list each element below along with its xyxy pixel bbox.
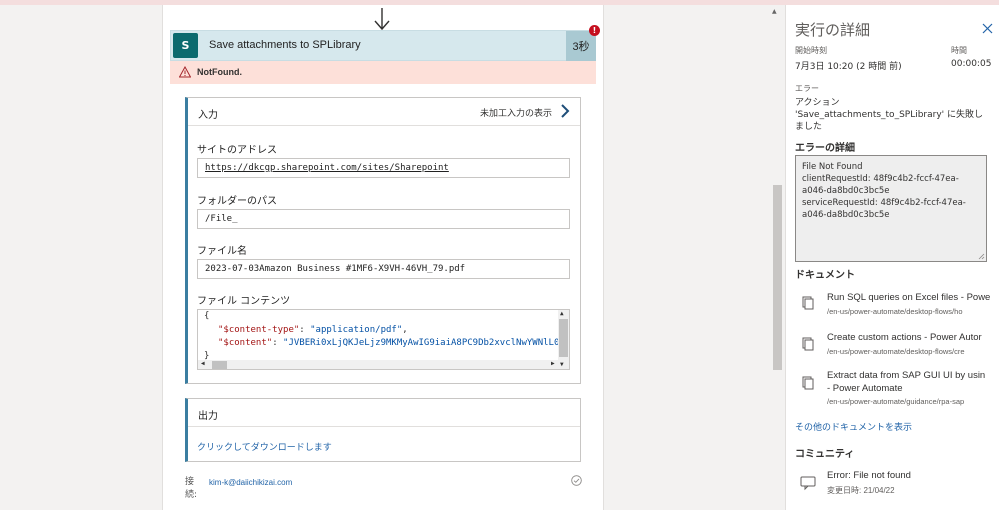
more-documents-link[interactable]: その他のドキュメントを表示 xyxy=(795,420,912,433)
code-vertical-scroll-thumb[interactable] xyxy=(559,319,568,357)
canvas-scroll-up-icon[interactable]: ▲ xyxy=(772,8,777,15)
folder-path-field[interactable]: /File_ xyxy=(197,209,570,229)
folder-path-value: /File_ xyxy=(205,214,238,224)
site-address-label: サイトのアドレス xyxy=(197,145,277,156)
doc-2-title[interactable]: Create custom actions - Power Autor xyxy=(827,332,982,343)
error-label: エラー xyxy=(795,84,819,93)
doc-3-title-line-2[interactable]: - Power Automate xyxy=(827,383,903,394)
canvas-scroll-thumb[interactable] xyxy=(773,185,782,370)
doc-3-url: /en-us/power-automate/guidance/rpa-sap xyxy=(827,397,965,406)
start-time-value: 7月3日 10:20 (2 時間 前) xyxy=(795,62,902,72)
code-key-content-type: "$content-type" xyxy=(218,325,300,335)
sharepoint-icon: S xyxy=(173,33,198,58)
community-item-title[interactable]: Error: File not found xyxy=(827,470,911,481)
scroll-right-arrow-icon[interactable]: ▶ xyxy=(551,361,555,367)
chat-bubble-icon xyxy=(797,471,819,493)
code-colon-2: : xyxy=(272,338,284,348)
close-icon[interactable] xyxy=(982,23,993,34)
code-colon-1: : xyxy=(299,325,311,335)
site-address-field[interactable]: https://dkcgp.sharepoint.com/sites/Share… xyxy=(197,158,570,178)
down-arrow-icon xyxy=(374,8,390,31)
code-val-content: "JVBERi0xLjQKJeLjz9MKMyAwIG9iaiA8PC9Db2x… xyxy=(283,338,569,348)
connection-value[interactable]: kim-k@daiichikizai.com xyxy=(209,478,292,487)
warning-icon xyxy=(179,66,191,78)
error-detail-line-2: clientRequestId: 48f9c4b2-fccf-47ea- xyxy=(802,174,959,184)
document-icon xyxy=(797,333,819,355)
panel-title: 実行の詳細 xyxy=(795,21,871,39)
outputs-section-header: 出力 xyxy=(188,399,580,427)
code-line-2: "$content": "JVBERi0xLjQKJeLjz9MKMyAwIG9… xyxy=(218,338,569,348)
doc-3-title[interactable]: Extract data from SAP GUI UI by usin xyxy=(827,370,985,381)
scroll-up-arrow-icon[interactable]: ▲ xyxy=(560,311,564,317)
file-name-label: ファイル名 xyxy=(197,246,247,257)
scroll-down-arrow-icon[interactable]: ▼ xyxy=(560,362,564,368)
duration-label: 時間 xyxy=(951,46,967,55)
code-val-content-type: "application/pdf" xyxy=(310,325,403,335)
start-time-label: 開始時刻 xyxy=(795,46,827,55)
code-open-brace: { xyxy=(204,311,210,321)
scroll-left-arrow-icon[interactable]: ◀ xyxy=(201,361,205,367)
download-link[interactable]: クリックしてダウンロードします xyxy=(197,440,332,453)
documents-heading: ドキュメント xyxy=(795,270,855,281)
error-badge: ! xyxy=(589,25,600,36)
inputs-label: 入力 xyxy=(198,110,218,121)
show-raw-inputs-link[interactable]: 未加工入力の表示 xyxy=(480,106,552,119)
file-content-label: ファイル コンテンツ xyxy=(197,296,291,307)
error-status-text: NotFound. xyxy=(197,67,242,77)
error-details-heading: エラーの詳細 xyxy=(795,143,855,154)
chevron-right-icon[interactable] xyxy=(560,104,570,118)
connection-label: 接続: xyxy=(185,477,198,500)
code-horizontal-scroll-thumb[interactable] xyxy=(212,361,227,369)
code-key-content: "$content" xyxy=(218,338,273,348)
resize-grip-icon[interactable] xyxy=(978,253,985,260)
duration-value: 00:00:05 xyxy=(951,59,992,69)
code-comma: , xyxy=(402,325,408,335)
site-address-value[interactable]: https://dkcgp.sharepoint.com/sites/Share… xyxy=(205,163,449,173)
community-heading: コミュニティ xyxy=(795,449,855,460)
error-detail-line-4: serviceRequestId: 48f9c4b2-fccf-47ea- xyxy=(802,198,966,208)
doc-1-url: /en-us/power-automate/desktop-flows/ho xyxy=(827,307,963,316)
file-name-field[interactable]: 2023-07-03Amazon Business #1MF6-X9VH-46V… xyxy=(197,259,570,279)
code-line-1: "$content-type": "application/pdf", xyxy=(218,325,408,335)
inputs-section-header: 入力 未加工入力の表示 xyxy=(188,98,580,126)
action-title: Save attachments to SPLibrary xyxy=(209,39,361,51)
error-detail-line-1: File Not Found xyxy=(802,162,863,172)
doc-2-url: /en-us/power-automate/desktop-flows/cre xyxy=(827,347,965,356)
error-detail-line-5: a046-da8bd0c3bc5e xyxy=(802,210,890,220)
file-content-code[interactable]: { "$content-type": "application/pdf", "$… xyxy=(197,309,570,370)
error-details-box[interactable]: File Not Found clientRequestId: 48f9c4b2… xyxy=(795,155,987,262)
folder-path-label: フォルダーのパス xyxy=(197,196,277,207)
community-item-date: 変更日時: 21/04/22 xyxy=(827,486,895,495)
document-icon xyxy=(797,292,819,314)
file-name-value: 2023-07-03Amazon Business #1MF6-X9VH-46V… xyxy=(205,264,466,274)
check-circle-icon xyxy=(571,475,582,486)
doc-1-title[interactable]: Run SQL queries on Excel files - Powe xyxy=(827,292,990,303)
error-message: アクション 'Save_attachments_to_SPLibrary' に失… xyxy=(795,98,984,132)
code-horizontal-scrollbar[interactable]: ◀ ▶ xyxy=(198,360,560,369)
error-detail-line-3: a046-da8bd0c3bc5e xyxy=(802,186,890,196)
document-icon xyxy=(797,372,819,394)
outputs-label: 出力 xyxy=(198,411,218,422)
